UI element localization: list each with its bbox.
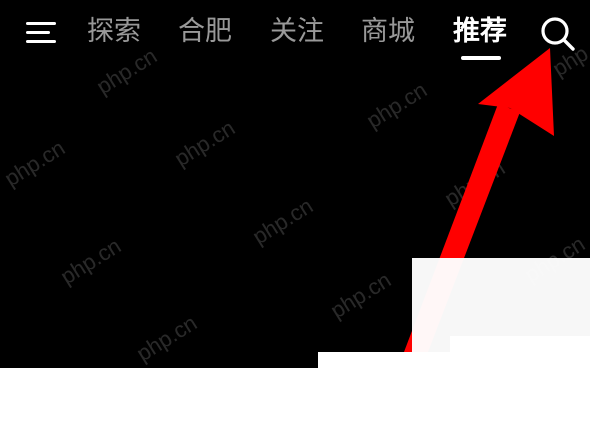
tab-recommend[interactable]: 推荐 [453, 14, 507, 50]
active-tab-indicator [461, 56, 501, 60]
tab-explore[interactable]: 探索 [87, 14, 141, 50]
search-button[interactable] [536, 12, 580, 56]
watermark-text: php.cn [440, 154, 510, 212]
tab-following[interactable]: 关注 [270, 14, 324, 50]
watermark-text: php.cn [248, 192, 318, 250]
tab-mall[interactable]: 商城 [361, 14, 415, 50]
top-nav-bar: 探索 合肥 关注 商城 推荐 [0, 0, 590, 70]
watermark-text: php.cn [326, 266, 396, 324]
menu-icon [26, 22, 56, 43]
menu-button[interactable] [24, 18, 58, 46]
watermark-text: php.cn [170, 114, 240, 172]
tab-hefei[interactable]: 合肥 [178, 14, 232, 50]
watermark-text: php.cn [0, 134, 70, 192]
watermark-text: php.cn [362, 76, 432, 134]
watermark-text: php.cn [56, 232, 126, 290]
watermark-text: php.cn [132, 309, 202, 367]
search-icon [541, 17, 575, 51]
blank-patch [0, 368, 590, 426]
